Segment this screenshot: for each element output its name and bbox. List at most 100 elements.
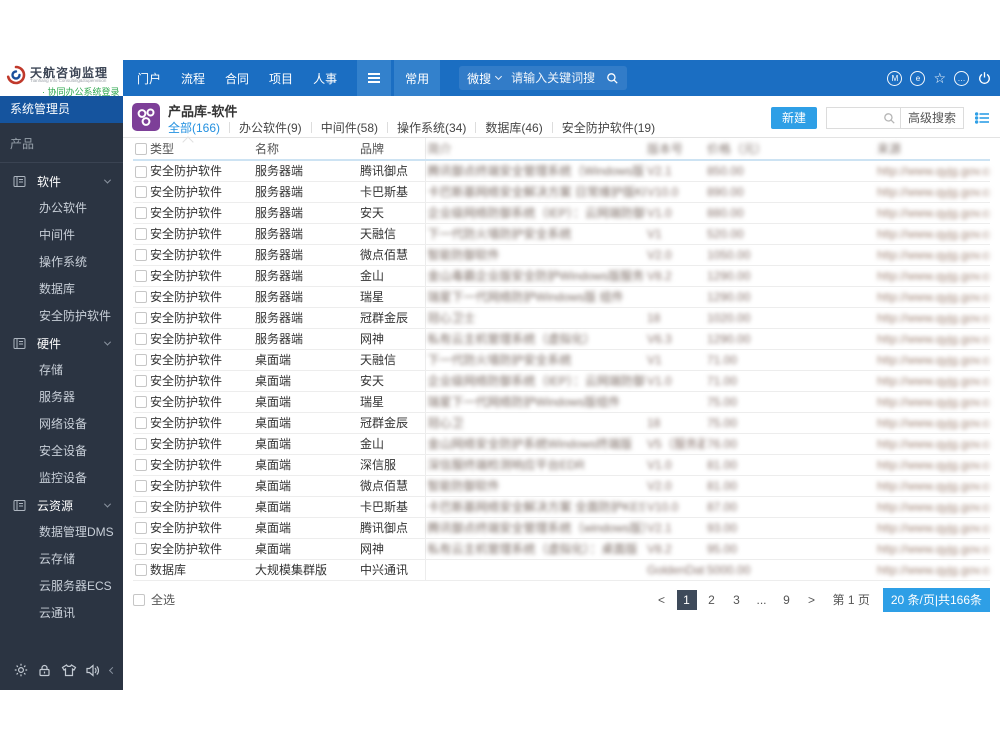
row-checkbox[interactable] <box>135 270 147 283</box>
nav-items: 门户 流程 合同 项目 人事 <box>137 70 357 87</box>
row-checkbox[interactable] <box>135 354 147 367</box>
row-checkbox[interactable] <box>135 375 147 388</box>
row-checkbox[interactable] <box>135 165 147 178</box>
sidebar-item[interactable]: 安全防护软件 <box>0 303 123 330</box>
sidebar-item[interactable]: 数据管理DMS <box>0 519 123 546</box>
sidebar-item[interactable]: 安全设备 <box>0 438 123 465</box>
sidebar-item[interactable]: 网络设备 <box>0 411 123 438</box>
row-checkbox-cell <box>133 496 148 518</box>
cell-version: 18 <box>645 307 705 329</box>
row-checkbox[interactable] <box>135 249 147 262</box>
tab-1[interactable]: 全部(166) <box>168 119 220 136</box>
row-checkbox[interactable] <box>135 333 147 346</box>
row-checkbox-cell <box>133 202 148 224</box>
cell-name: 桌面端 <box>253 370 358 392</box>
more-icon[interactable]: … <box>954 70 969 86</box>
page-button[interactable]: 9 <box>777 590 797 610</box>
cell-version: V6.3 <box>645 328 705 350</box>
sidebar-item[interactable]: 监控设备 <box>0 465 123 492</box>
new-button[interactable]: 新建 <box>770 107 817 129</box>
row-checkbox[interactable] <box>135 522 147 535</box>
sidebar-group-2[interactable]: 硬件 <box>0 330 123 357</box>
table-row: 安全防护软件服务器端卡巴斯基卡巴斯基网络安全解决方案 日常维护版KESS版.V1… <box>133 181 990 203</box>
search-icon[interactable] <box>606 72 619 85</box>
column-header: 类型 <box>148 138 253 161</box>
header-select-checkbox[interactable] <box>135 143 147 156</box>
tab-4[interactable]: 操作系统(34) <box>397 119 466 136</box>
sidebar-group-3[interactable]: 云资源 <box>0 492 123 519</box>
page-button[interactable]: 2 <box>702 590 722 610</box>
row-checkbox[interactable] <box>135 417 147 430</box>
tab-6[interactable]: 安全防护软件(19) <box>562 119 655 136</box>
row-checkbox[interactable] <box>135 186 147 199</box>
page-button[interactable]: 1 <box>676 589 697 610</box>
sidebar-group-1[interactable]: 软件 <box>0 168 123 195</box>
row-checkbox[interactable] <box>135 228 147 241</box>
row-checkbox[interactable] <box>135 501 147 514</box>
prev-page-button[interactable]: < <box>652 590 672 610</box>
table-search-input[interactable] <box>826 109 879 127</box>
row-checkbox[interactable] <box>135 543 147 556</box>
cell-type: 数据库 <box>148 559 253 581</box>
row-checkbox[interactable] <box>135 291 147 304</box>
tab-3[interactable]: 中间件(58) <box>321 119 378 136</box>
sound-icon[interactable] <box>85 663 102 678</box>
lock-icon[interactable] <box>37 663 52 678</box>
cell-source: http://www.qyjg.gov.cn/xj/jg/ <box>875 286 990 308</box>
cell-type: 安全防护软件 <box>148 349 253 371</box>
cell-desc: 智能防御软件 <box>425 475 645 497</box>
collapse-left-icon[interactable] <box>108 666 117 674</box>
power-icon[interactable] <box>977 71 992 86</box>
next-page-button[interactable]: > <box>802 590 822 610</box>
theme-icon[interactable] <box>61 663 77 678</box>
cell-name: 服务器端 <box>253 202 358 224</box>
sidebar-item[interactable]: 云通讯 <box>0 600 123 627</box>
row-checkbox[interactable] <box>135 564 147 577</box>
table-search-icon[interactable] <box>883 112 896 125</box>
product-table: 类型 名称 品牌 简介 版本号 价格（元） 来源 安全防护软件 服务器端 腾讯御点 腾讯御点终端安… <box>133 138 990 581</box>
sidebar-item[interactable]: 办公软件 <box>0 195 123 222</box>
nav-item[interactable]: 门户 <box>137 70 161 87</box>
page-size-badge[interactable]: 20 条/页|共166条 <box>882 587 990 612</box>
nav-item[interactable]: 人事 <box>313 70 337 87</box>
row-checkbox[interactable] <box>135 396 147 409</box>
row-checkbox[interactable] <box>135 480 147 493</box>
cell-source: http://www.qyjg.gov.cn/xj/jg/ <box>875 181 990 203</box>
cell-type: 安全防护软件 <box>148 433 253 455</box>
row-checkbox[interactable] <box>135 438 147 451</box>
search-scope-dropdown[interactable]: 微搜 <box>467 70 491 87</box>
sidebar-item[interactable]: 存储 <box>0 357 123 384</box>
global-search-input[interactable] <box>511 71 607 85</box>
nav-item[interactable]: 项目 <box>269 70 293 87</box>
column-header: 价格（元） <box>705 138 875 161</box>
cell-brand: 微点佰慧 <box>358 244 426 266</box>
row-checkbox[interactable] <box>135 312 147 325</box>
page-button[interactable]: 3 <box>727 590 747 610</box>
cell-type: 安全防护软件 <box>148 370 253 392</box>
sidebar-item[interactable]: 数据库 <box>0 276 123 303</box>
page-button[interactable]: ... <box>752 590 772 610</box>
row-checkbox[interactable] <box>135 207 147 220</box>
settings-icon[interactable] <box>13 662 29 678</box>
tab-5[interactable]: 数据库(46) <box>485 119 542 136</box>
nav-favorites-button[interactable]: 常用 <box>394 60 441 96</box>
nav-item[interactable]: 合同 <box>225 70 249 87</box>
sidebar-item[interactable]: 云服务器ECS <box>0 573 123 600</box>
sidebar-item[interactable]: 中间件 <box>0 222 123 249</box>
favorites-star-icon[interactable]: ☆ <box>933 70 946 86</box>
select-all-checkbox[interactable] <box>133 593 145 606</box>
advanced-search-button[interactable]: 高级搜索 <box>899 108 963 128</box>
sidebar-item[interactable]: 服务器 <box>0 384 123 411</box>
nav-menu-button[interactable] <box>357 60 392 96</box>
sidebar-item[interactable]: 云存储 <box>0 546 123 573</box>
list-view-toggle-icon[interactable] <box>975 111 990 125</box>
m-badge-icon[interactable]: M <box>887 70 903 86</box>
folder-doc-icon <box>13 175 26 188</box>
cell-brand: 深信服 <box>358 454 426 476</box>
cell-version: V1.0 <box>645 454 705 476</box>
nav-item[interactable]: 流程 <box>181 70 205 87</box>
tab-2[interactable]: 办公软件(9) <box>239 119 302 136</box>
sidebar-item[interactable]: 操作系统 <box>0 249 123 276</box>
row-checkbox[interactable] <box>135 459 147 472</box>
message-icon[interactable]: e <box>910 70 926 86</box>
